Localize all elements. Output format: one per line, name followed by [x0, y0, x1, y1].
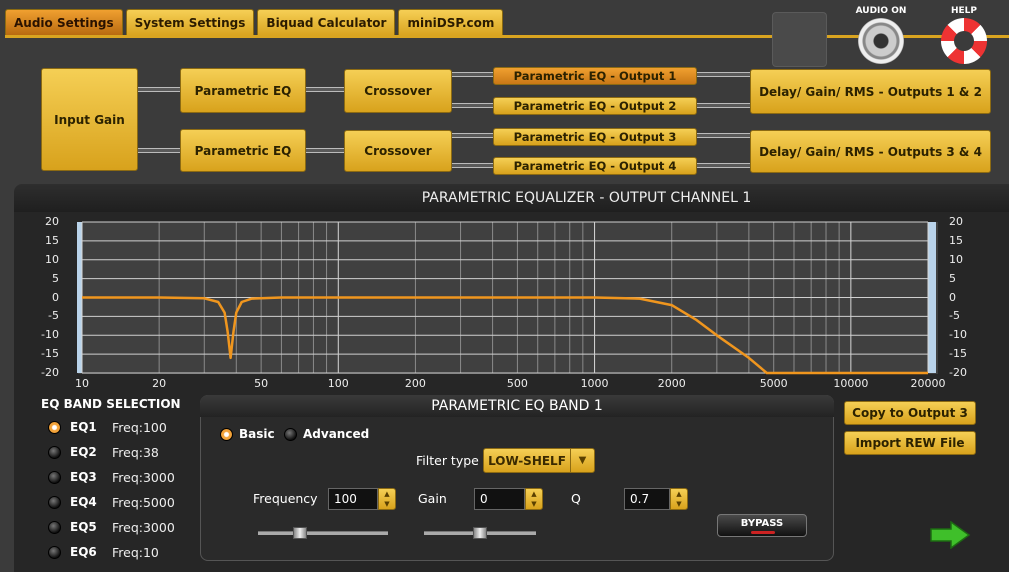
spin-down-icon[interactable]: ▼ — [676, 500, 681, 508]
q-field[interactable]: 0.7 — [624, 488, 670, 510]
bypass-button[interactable]: BYPASS — [717, 514, 807, 537]
y-tick-label: 15 — [949, 233, 963, 247]
frequency-stepper[interactable]: 100 ▲ ▼ — [328, 488, 396, 510]
band-row-eq1[interactable]: EQ1 Freq:100 — [48, 418, 167, 436]
next-arrow-icon[interactable] — [929, 521, 971, 549]
x-tick-label: 200 — [404, 377, 426, 390]
filter-type-select[interactable]: LOW-SHELF ▼ — [483, 448, 595, 473]
y-tick-label: -20 — [949, 366, 967, 379]
y-tick-label: -15 — [949, 347, 967, 361]
gain-slider[interactable] — [424, 527, 536, 539]
radio-basic[interactable] — [220, 427, 233, 441]
gain-field[interactable]: 0 — [474, 488, 525, 510]
y-tick-label: 5 — [949, 271, 956, 285]
spin-up-icon[interactable]: ▲ — [384, 490, 389, 498]
mode-advanced-label: Advanced — [303, 427, 370, 441]
band-radio[interactable] — [48, 420, 61, 434]
graph-right-bar — [928, 222, 936, 373]
band-frequency: Freq:10 — [112, 544, 159, 560]
x-tick-label: 50 — [254, 377, 269, 390]
y-tick-label: 0 — [949, 290, 956, 304]
band-name: EQ2 — [70, 445, 97, 459]
gain-label: Gain — [418, 491, 447, 506]
band-radio[interactable] — [48, 470, 61, 484]
x-tick-label: 20000 — [910, 377, 946, 390]
y-tick-label: -15 — [41, 347, 59, 361]
y-tick-label: 20 — [45, 215, 59, 228]
band-row-eq4[interactable]: EQ4 Freq:5000 — [48, 493, 175, 511]
q-label: Q — [571, 491, 581, 506]
band-radio[interactable] — [48, 495, 61, 509]
gain-spin-buttons[interactable]: ▲ ▼ — [525, 488, 543, 510]
band-row-eq3[interactable]: EQ3 Freq:3000 — [48, 468, 175, 486]
y-tick-label: -10 — [949, 328, 967, 342]
y-tick-label: 20 — [949, 215, 963, 228]
slider-thumb[interactable] — [292, 527, 307, 539]
band-frequency: Freq:100 — [112, 419, 167, 435]
radio-advanced[interactable] — [284, 427, 297, 441]
y-tick-label: 15 — [45, 233, 59, 247]
band-name: EQ3 — [70, 470, 97, 484]
spin-up-icon[interactable]: ▲ — [676, 490, 681, 498]
band-name: EQ4 — [70, 495, 97, 509]
x-tick-label: 500 — [506, 377, 528, 390]
band-row-eq6[interactable]: EQ6 Freq:10 — [48, 543, 159, 561]
band-radio[interactable] — [48, 445, 61, 459]
peq-band-title: PARAMETRIC EQ BAND 1 — [200, 395, 834, 417]
frequency-field[interactable]: 100 — [328, 488, 378, 510]
x-tick-label: 100 — [327, 377, 349, 390]
gain-stepper[interactable]: 0 ▲ ▼ — [474, 488, 543, 510]
y-tick-label: -5 — [949, 309, 960, 323]
band-frequency: Freq:3000 — [112, 519, 175, 535]
x-tick-label: 2000 — [657, 377, 686, 390]
band-name: EQ1 — [70, 420, 97, 434]
spin-up-icon[interactable]: ▲ — [531, 490, 536, 498]
y-tick-label: -20 — [41, 366, 59, 379]
import-rew-file-button[interactable]: Import REW File — [844, 431, 976, 455]
slider-thumb[interactable] — [473, 527, 487, 539]
band-row-eq2[interactable]: EQ2 Freq:38 — [48, 443, 159, 461]
band-radio[interactable] — [48, 520, 61, 534]
band-name: EQ5 — [70, 520, 97, 534]
filter-type-label: Filter type — [416, 453, 479, 468]
band-radio[interactable] — [48, 545, 61, 559]
y-tick-label: -10 — [41, 328, 59, 342]
x-tick-label: 5000 — [759, 377, 788, 390]
frequency-label: Frequency — [253, 491, 318, 506]
y-tick-label: 10 — [949, 252, 963, 266]
band-frequency: Freq:3000 — [112, 469, 175, 485]
mode-advanced-option[interactable]: Advanced — [284, 427, 369, 441]
chevron-down-icon: ▼ — [570, 449, 594, 472]
band-frequency: Freq:38 — [112, 444, 159, 460]
x-tick-label: 10000 — [833, 377, 869, 390]
frequency-spin-buttons[interactable]: ▲ ▼ — [378, 488, 396, 510]
mode-basic-label: Basic — [239, 427, 275, 441]
copy-to-output-button[interactable]: Copy to Output 3 — [844, 401, 976, 425]
q-stepper[interactable]: 0.7 ▲ ▼ — [624, 488, 688, 510]
band-name: EQ6 — [70, 545, 97, 559]
x-tick-label: 20 — [152, 377, 167, 390]
y-tick-label: -5 — [48, 309, 59, 323]
spin-down-icon[interactable]: ▼ — [384, 500, 389, 508]
graph-left-bar — [77, 222, 82, 373]
y-tick-label: 0 — [52, 290, 59, 304]
y-tick-label: 10 — [45, 252, 59, 266]
x-tick-label: 10 — [75, 377, 89, 390]
band-frequency: Freq:5000 — [112, 494, 175, 510]
q-spin-buttons[interactable]: ▲ ▼ — [670, 488, 688, 510]
x-tick-label: 1000 — [580, 377, 609, 390]
spin-down-icon[interactable]: ▼ — [531, 500, 536, 508]
filter-type-value: LOW-SHELF — [488, 453, 566, 468]
frequency-slider[interactable] — [258, 527, 388, 539]
band-selection-title: EQ BAND SELECTION — [41, 397, 181, 411]
y-tick-label: 5 — [52, 271, 59, 285]
mode-basic-option[interactable]: Basic — [220, 427, 275, 441]
band-row-eq5[interactable]: EQ5 Freq:3000 — [48, 518, 175, 536]
